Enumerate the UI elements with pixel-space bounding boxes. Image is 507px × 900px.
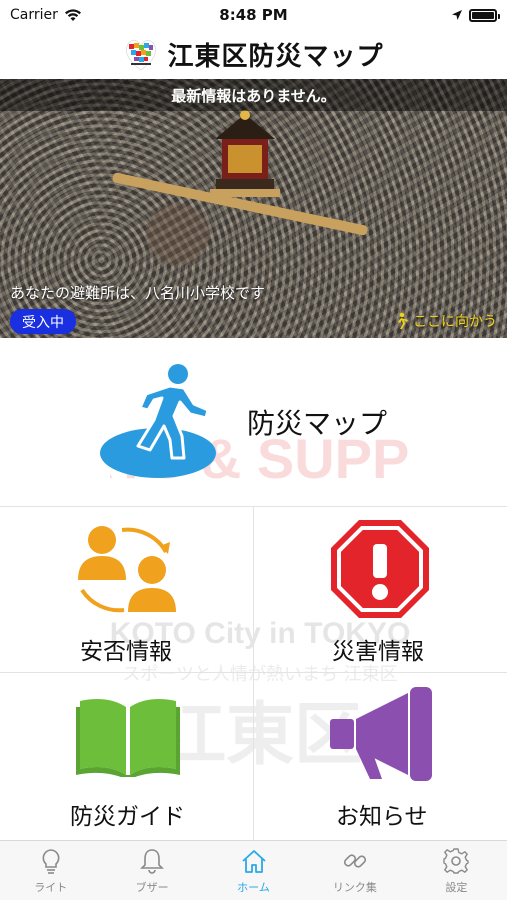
- notice-label: お知らせ: [336, 804, 428, 830]
- tab-buzzer-label: ブザー: [135, 880, 169, 894]
- tab-buzzer[interactable]: ブザー: [101, 841, 202, 900]
- go-here-label: ここに向かう: [413, 314, 497, 330]
- go-here-link[interactable]: ここに向かう: [393, 311, 497, 331]
- tab-light-label: ライト: [34, 880, 68, 894]
- news-banner[interactable]: 最新情報はありません。: [0, 79, 507, 111]
- tab-settings[interactable]: 設定: [406, 841, 507, 900]
- tab-light[interactable]: ライト: [0, 841, 101, 900]
- battery-icon: [469, 8, 500, 22]
- megaphone-icon: [330, 687, 432, 781]
- home-icon: [241, 849, 266, 873]
- tab-settings-label: 設定: [445, 880, 468, 894]
- disaster-map-label: 防災マップ: [247, 407, 388, 440]
- app-title: 江東区防災マップ: [167, 41, 384, 72]
- shelter-info: あなたの避難所は、八名川小学校です: [10, 284, 266, 302]
- open-book-icon: [76, 699, 180, 777]
- status-bar: Carrier 8:48 PM: [0, 0, 507, 30]
- tab-bar: ライト ブザー ホーム リンク集 設定: [0, 840, 507, 900]
- notice-button[interactable]: お知らせ: [254, 673, 507, 840]
- disaster-guide-label: 防災ガイド: [70, 804, 185, 830]
- gear-icon: [443, 847, 470, 874]
- disaster-guide-button[interactable]: 防災ガイド: [0, 673, 253, 840]
- tab-links[interactable]: リンク集: [304, 841, 405, 900]
- location-arrow-icon: [452, 10, 462, 20]
- disaster-map-button[interactable]: 防災マップ: [0, 338, 507, 506]
- app-header: 江東区防災マップ: [0, 30, 507, 78]
- people-exchange-icon: [78, 526, 176, 613]
- walking-person-icon: [398, 312, 408, 329]
- status-badge: 受入中: [10, 309, 76, 334]
- disaster-info-label: 災害情報: [332, 639, 424, 665]
- carrier-label: Carrier: [10, 7, 58, 23]
- safety-info-button[interactable]: 安否情報: [0, 506, 253, 672]
- alert-octagon-icon: [331, 520, 429, 618]
- koto-logo-icon: [126, 40, 157, 71]
- tab-links-label: リンク集: [332, 880, 377, 894]
- lightbulb-icon: [42, 848, 60, 874]
- main-menu: SPORTS & SUPPORTS KOTO City in TOKYO スポー…: [0, 338, 507, 840]
- evacuation-map-icon: [100, 364, 216, 478]
- safety-info-label: 安否情報: [80, 639, 172, 665]
- bell-icon: [140, 848, 165, 874]
- tab-home[interactable]: ホーム: [203, 841, 304, 900]
- disaster-info-button[interactable]: 災害情報: [254, 506, 507, 672]
- wifi-icon: [64, 9, 81, 21]
- tab-home-label: ホーム: [237, 880, 270, 894]
- link-icon: [343, 853, 366, 868]
- hero-banner: 最新情報はありません。 あなたの避難所は、八名川小学校です 受入中 ここに向かう: [0, 79, 507, 338]
